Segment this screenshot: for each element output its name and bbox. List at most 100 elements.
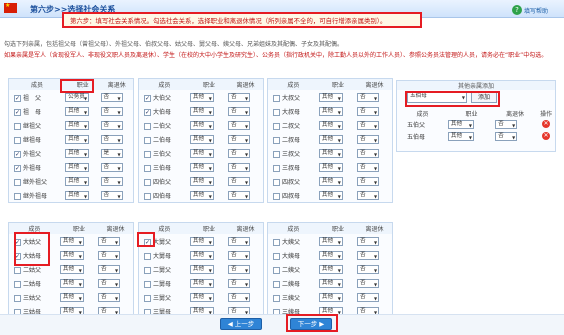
retire-select[interactable]: 否 ▼ — [228, 134, 251, 144]
job-select[interactable]: 其他 ▼ — [318, 236, 343, 246]
job-select[interactable]: 其他 ▼ — [189, 176, 214, 186]
job-select[interactable]: 其他 ▼ — [447, 119, 474, 129]
retire-select[interactable]: 否 ▼ — [357, 292, 380, 302]
relative-checkbox[interactable] — [144, 266, 151, 274]
job-select[interactable]: 其他 ▼ — [318, 92, 343, 102]
job-select[interactable]: 其他 ▼ — [318, 250, 343, 260]
retire-select[interactable]: 否 ▼ — [357, 120, 380, 130]
job-select[interactable]: 其他 ▼ — [59, 264, 84, 274]
retire-select[interactable]: 否 ▼ — [357, 190, 380, 200]
relative-checkbox[interactable] — [273, 136, 280, 144]
relative-checkbox[interactable] — [273, 252, 280, 260]
retire-select[interactable]: 否 ▼ — [100, 176, 123, 186]
retire-select[interactable]: 否 ▼ — [357, 162, 380, 172]
retire-select[interactable]: 否 ▼ — [100, 120, 123, 130]
relative-checkbox[interactable] — [14, 280, 21, 288]
add-relative-button[interactable]: 添加 — [471, 92, 497, 103]
job-select[interactable]: 其他 ▼ — [318, 162, 343, 172]
delete-icon[interactable]: ✕ — [542, 120, 551, 128]
retire-select[interactable]: 否 ▼ — [357, 134, 380, 144]
job-select[interactable]: 其他 ▼ — [65, 120, 90, 130]
retire-select[interactable]: 否 ▼ — [228, 120, 251, 130]
relative-checkbox[interactable] — [273, 280, 280, 288]
retire-select[interactable]: 否 ▼ — [357, 92, 380, 102]
job-select[interactable]: 其他 ▼ — [59, 278, 84, 288]
job-select[interactable]: 其他 ▼ — [318, 120, 343, 130]
relative-checkbox[interactable] — [144, 150, 151, 158]
relative-checkbox[interactable] — [144, 252, 151, 260]
retire-select[interactable]: 否 ▼ — [495, 131, 518, 141]
relative-checkbox[interactable] — [14, 108, 21, 116]
job-select[interactable]: 其他 ▼ — [318, 106, 343, 116]
retire-select[interactable]: 否 ▼ — [228, 162, 251, 172]
relative-checkbox[interactable] — [273, 192, 280, 200]
relative-checkbox[interactable] — [273, 266, 280, 274]
relative-checkbox[interactable] — [144, 178, 151, 186]
job-select[interactable]: 其他 ▼ — [65, 106, 90, 116]
retire-select[interactable]: 否 ▼ — [357, 250, 380, 260]
relative-checkbox[interactable] — [14, 192, 21, 200]
job-select[interactable]: 其他 ▼ — [318, 278, 343, 288]
job-select[interactable]: 其他 ▼ — [59, 236, 84, 246]
job-select[interactable]: 其他 ▼ — [189, 190, 214, 200]
job-select[interactable]: 其他 ▼ — [65, 162, 90, 172]
relative-checkbox[interactable] — [273, 122, 280, 130]
retire-select[interactable]: 否 ▼ — [100, 162, 123, 172]
retire-select[interactable]: 否 ▼ — [357, 278, 380, 288]
relative-checkbox[interactable] — [14, 294, 21, 302]
relative-checkbox[interactable] — [273, 150, 280, 158]
job-select[interactable]: 其他 ▼ — [189, 148, 214, 158]
relative-checkbox[interactable] — [14, 266, 21, 274]
relative-checkbox[interactable] — [14, 136, 21, 144]
job-select[interactable]: 其他 ▼ — [65, 190, 90, 200]
relative-checkbox[interactable] — [14, 94, 21, 102]
job-select[interactable]: 公务员 ▼ — [65, 92, 90, 102]
retire-select[interactable]: 否 ▼ — [228, 250, 251, 260]
retire-select[interactable]: 否 ▼ — [357, 236, 380, 246]
retire-select[interactable]: 否 ▼ — [98, 264, 121, 274]
retire-select[interactable]: 否 ▼ — [98, 292, 121, 302]
retire-select[interactable]: 是 ▼ — [100, 148, 123, 158]
relative-checkbox[interactable] — [144, 294, 151, 302]
job-select[interactable]: 其他 ▼ — [189, 292, 214, 302]
retire-select[interactable]: 否 ▼ — [228, 292, 251, 302]
relative-checkbox[interactable] — [144, 164, 151, 172]
job-select[interactable]: 其他 ▼ — [189, 106, 214, 116]
retire-select[interactable]: 否 ▼ — [100, 134, 123, 144]
job-select[interactable]: 其他 ▼ — [59, 250, 84, 260]
retire-select[interactable]: 否 ▼ — [357, 176, 380, 186]
relative-checkbox[interactable] — [144, 280, 151, 288]
relative-checkbox[interactable] — [144, 192, 151, 200]
job-select[interactable]: 其他 ▼ — [189, 92, 214, 102]
retire-select[interactable]: 否 ▼ — [228, 92, 251, 102]
job-select[interactable]: 其他 ▼ — [59, 292, 84, 302]
relative-checkbox[interactable] — [144, 108, 151, 116]
job-select[interactable]: 其他 ▼ — [447, 131, 474, 141]
job-select[interactable]: 其他 ▼ — [318, 134, 343, 144]
retire-select[interactable]: 否 ▼ — [228, 190, 251, 200]
job-select[interactable]: 其他 ▼ — [189, 250, 214, 260]
retire-select[interactable]: 否 ▼ — [98, 278, 121, 288]
job-select[interactable]: 其他 ▼ — [189, 134, 214, 144]
retire-select[interactable]: 否 ▼ — [228, 278, 251, 288]
relative-checkbox[interactable] — [14, 122, 21, 130]
retire-select[interactable]: 否 ▼ — [228, 148, 251, 158]
prev-step-button[interactable]: ◀ 上一步 — [220, 318, 262, 330]
relative-checkbox[interactable] — [273, 94, 280, 102]
relative-checkbox[interactable] — [273, 164, 280, 172]
retire-select[interactable]: 否 ▼ — [100, 190, 123, 200]
relative-checkbox[interactable] — [273, 108, 280, 116]
relative-checkbox[interactable] — [14, 164, 21, 172]
retire-select[interactable]: 否 ▼ — [100, 92, 123, 102]
relative-checkbox[interactable] — [144, 94, 151, 102]
relative-checkbox[interactable] — [14, 238, 21, 246]
relative-checkbox[interactable] — [273, 238, 280, 246]
help-button[interactable]: ? 填写帮助 — [512, 4, 556, 16]
retire-select[interactable]: 否 ▼ — [98, 236, 121, 246]
retire-select[interactable]: 否 ▼ — [228, 264, 251, 274]
job-select[interactable]: 其他 ▼ — [318, 148, 343, 158]
retire-select[interactable]: 否 ▼ — [228, 106, 251, 116]
job-select[interactable]: 其他 ▼ — [189, 162, 214, 172]
job-select[interactable]: 其他 ▼ — [318, 176, 343, 186]
job-select[interactable]: 其他 ▼ — [189, 264, 214, 274]
